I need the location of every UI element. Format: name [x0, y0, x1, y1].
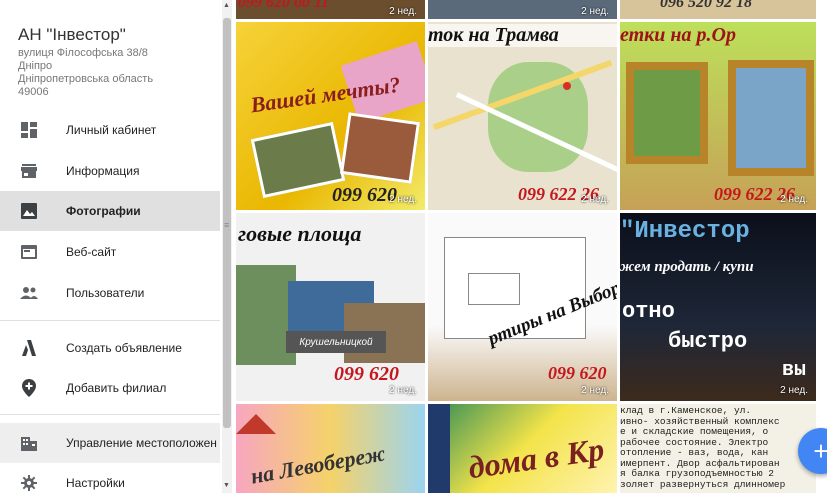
nav-item-settings[interactable]: Настройки [0, 463, 220, 503]
photo-caption: "Инвестор [620, 218, 750, 245]
photo-tile[interactable]: етки на р.Ор 099 622 26 2 нед. [620, 22, 816, 210]
address-line-region: Дніпропетровська область [18, 73, 154, 85]
photo-tile[interactable]: говые площа Крушельницкой 099 620 2 нед. [236, 213, 425, 401]
gear-icon [19, 473, 39, 493]
resize-handle-icon[interactable]: ≡ [224, 220, 229, 230]
photo-age: 2 нед. [780, 385, 808, 396]
photo-tile[interactable]: Вашей мечты? 099 620 2 нед. [236, 22, 425, 210]
business-address: вулиця Філософська 38/8 Дніпро Дніпропет… [18, 47, 153, 99]
photo-tile[interactable]: ток на Трамва 099 622 26 2 нед. [428, 22, 617, 210]
photo-age: 2 нед. [389, 6, 417, 17]
photo-caption: вы [782, 359, 807, 382]
nav-item-users[interactable]: Пользователи [0, 273, 220, 313]
sidebar: АН "Інвестор" вулиця Філософська 38/8 Дн… [0, 0, 220, 493]
floor-plan-room [468, 273, 520, 305]
nav-label-manage-locations: Управление местоположен... [66, 436, 218, 450]
photo-tile[interactable]: 099 620 00 11 2 нед. [236, 0, 425, 19]
ads-icon [19, 338, 39, 358]
nav-label-info: Информация [66, 164, 140, 178]
photo-inset [428, 404, 450, 493]
photo-age: 2 нед. [581, 385, 609, 396]
photo-caption: отно [622, 299, 675, 324]
photo-caption: Крушельницкой [286, 331, 386, 353]
photo-tile[interactable]: ртиры на Выбор 099 620 2 нед. [428, 213, 617, 401]
address-line-city: Дніпро [18, 60, 53, 72]
photo-grid: 099 620 00 11 2 нед. 2 нед. 096 520 92 1… [236, 0, 816, 493]
photo-phone: 099 620 [548, 363, 607, 383]
nav-label-users: Пользователи [66, 286, 145, 300]
nav-label-settings: Настройки [66, 476, 125, 490]
storefront-icon [19, 161, 39, 181]
photo-caption: дома в Кр [466, 430, 607, 486]
nav-divider [0, 320, 220, 321]
photo-caption: жем продать / купи [620, 259, 754, 275]
photo-age: 2 нед. [389, 385, 417, 396]
doc-line: золяет развернуться длинномер [620, 478, 786, 490]
nav-label-add-branch: Добавить филиал [66, 381, 167, 395]
photo-tile[interactable]: 2 нед. [428, 0, 617, 19]
nav-item-manage-locations[interactable]: Управление местоположен... [0, 423, 220, 463]
business-name: АН "Інвестор" [18, 25, 126, 44]
photo-icon [19, 201, 39, 221]
photo-tile[interactable]: "Инвестор жем продать / купи отно быстро… [620, 213, 816, 401]
photo-tile[interactable]: клад в г.Каменское, ул. ивно- хозяйствен… [620, 404, 816, 493]
doc-line: отопление - ваз, вода, кан [620, 447, 769, 458]
photo-frame [626, 62, 708, 164]
doc-line: я балка грузоподъемностью 2 [620, 468, 774, 479]
nav-item-photos[interactable]: Фотографии [0, 191, 220, 231]
scroll-up-arrow-icon[interactable]: ▲ [223, 2, 230, 9]
address-line-street: вулиця Філософська 38/8 [18, 47, 148, 59]
photo-caption: етки на р.Ор [620, 24, 736, 46]
nav-label-create-ad: Создать объявление [66, 341, 182, 355]
photo-age: 2 нед. [389, 194, 417, 205]
photo-age: 2 нед. [780, 194, 808, 205]
photo-caption: говые площа [238, 221, 362, 246]
doc-line: клад в г.Каменское, ул. [620, 405, 752, 416]
photo-tile[interactable]: 096 520 92 18 [620, 0, 816, 19]
photo-caption: на Левобереж [248, 440, 388, 489]
photo-phone: 099 620 [332, 184, 397, 206]
photo-tile[interactable]: дома в Кр [428, 404, 617, 493]
nav-label-dashboard: Личный кабинет [66, 123, 157, 137]
photo-age: 2 нед. [581, 6, 609, 17]
photo-caption: 099 620 00 11 [238, 0, 330, 11]
photo-document-text: клад в г.Каменское, ул. ивно- хозяйствен… [620, 405, 786, 490]
photo-inset [340, 112, 420, 184]
photo-caption: быстро [668, 329, 748, 354]
nav-label-photos: Фотографии [66, 204, 141, 218]
website-icon [19, 242, 39, 262]
dashboard-icon [19, 120, 39, 140]
add-location-icon [19, 378, 39, 398]
nav-item-create-ad[interactable]: Создать объявление [0, 328, 220, 368]
nav-item-info[interactable]: Информация [0, 151, 220, 191]
users-icon [19, 283, 39, 303]
photo-tile[interactable]: на Левобереж [236, 404, 425, 493]
nav-item-dashboard[interactable]: Личный кабинет [0, 110, 220, 150]
photo-phone: 099 620 [334, 363, 399, 385]
house-roof-icon [236, 414, 276, 434]
photo-age: 2 нед. [581, 194, 609, 205]
plus-icon: + [813, 435, 827, 466]
map-pin-icon [563, 82, 571, 90]
scroll-down-arrow-icon[interactable]: ▼ [223, 482, 230, 489]
photo-frame [728, 60, 814, 176]
nav-divider-2 [0, 414, 220, 415]
nav-item-add-branch[interactable]: Добавить филиал [0, 368, 220, 408]
nav-item-website[interactable]: Веб-сайт [0, 232, 220, 272]
building-icon [19, 433, 39, 453]
photo-caption: 096 520 92 18 [660, 0, 752, 11]
address-line-postcode: 49006 [18, 86, 49, 98]
doc-line: е и складские помещения, о [620, 426, 769, 437]
nav-label-website: Веб-сайт [66, 245, 117, 259]
photo-caption: ток на Трамва [428, 24, 617, 47]
